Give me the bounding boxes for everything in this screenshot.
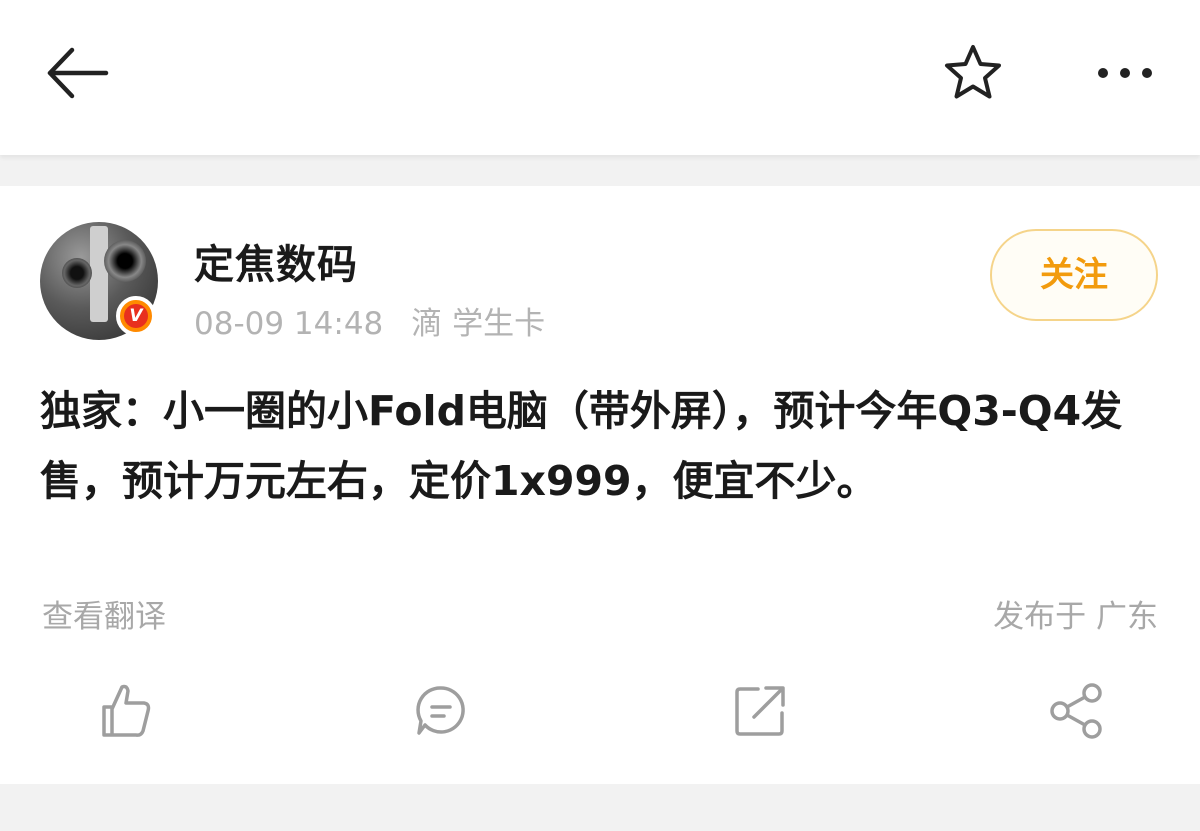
avatar-lens (62, 258, 92, 288)
translate-link[interactable]: 查看翻译 (42, 591, 166, 636)
post-text: 独家：小一圈的小Fold电脑（带外屏），预计今年Q3-Q4发售，预计万元左右，定… (40, 387, 1123, 505)
back-arrow-icon[interactable] (42, 42, 112, 104)
share-icon[interactable] (1046, 681, 1106, 741)
star-icon[interactable] (940, 42, 1006, 104)
post-card: V 定焦数码 08-09 14:48 滴 学生卡 关注 独家：小一圈的小Fold电… (0, 186, 1200, 784)
post-meta: 08-09 14:48 滴 学生卡 (194, 298, 545, 343)
username[interactable]: 定焦数码 (194, 232, 358, 290)
repost-icon[interactable] (730, 681, 790, 741)
follow-button[interactable]: 关注 (990, 229, 1158, 321)
avatar-camera-body (90, 226, 108, 322)
post-timestamp: 08-09 14:48 (194, 306, 384, 342)
verified-badge: V (116, 296, 156, 336)
top-navigation-bar (0, 0, 1200, 155)
post-device: 滴 学生卡 (411, 306, 546, 342)
avatar[interactable]: V (40, 222, 158, 340)
post-location: 发布于 广东 (993, 599, 1158, 635)
thumbs-up-icon[interactable] (96, 681, 156, 741)
verified-badge-label: V (124, 304, 148, 328)
avatar-lens (104, 240, 146, 282)
comment-icon[interactable] (411, 681, 471, 741)
bottom-divider (0, 784, 1200, 831)
more-dots-icon[interactable] (1090, 52, 1160, 94)
